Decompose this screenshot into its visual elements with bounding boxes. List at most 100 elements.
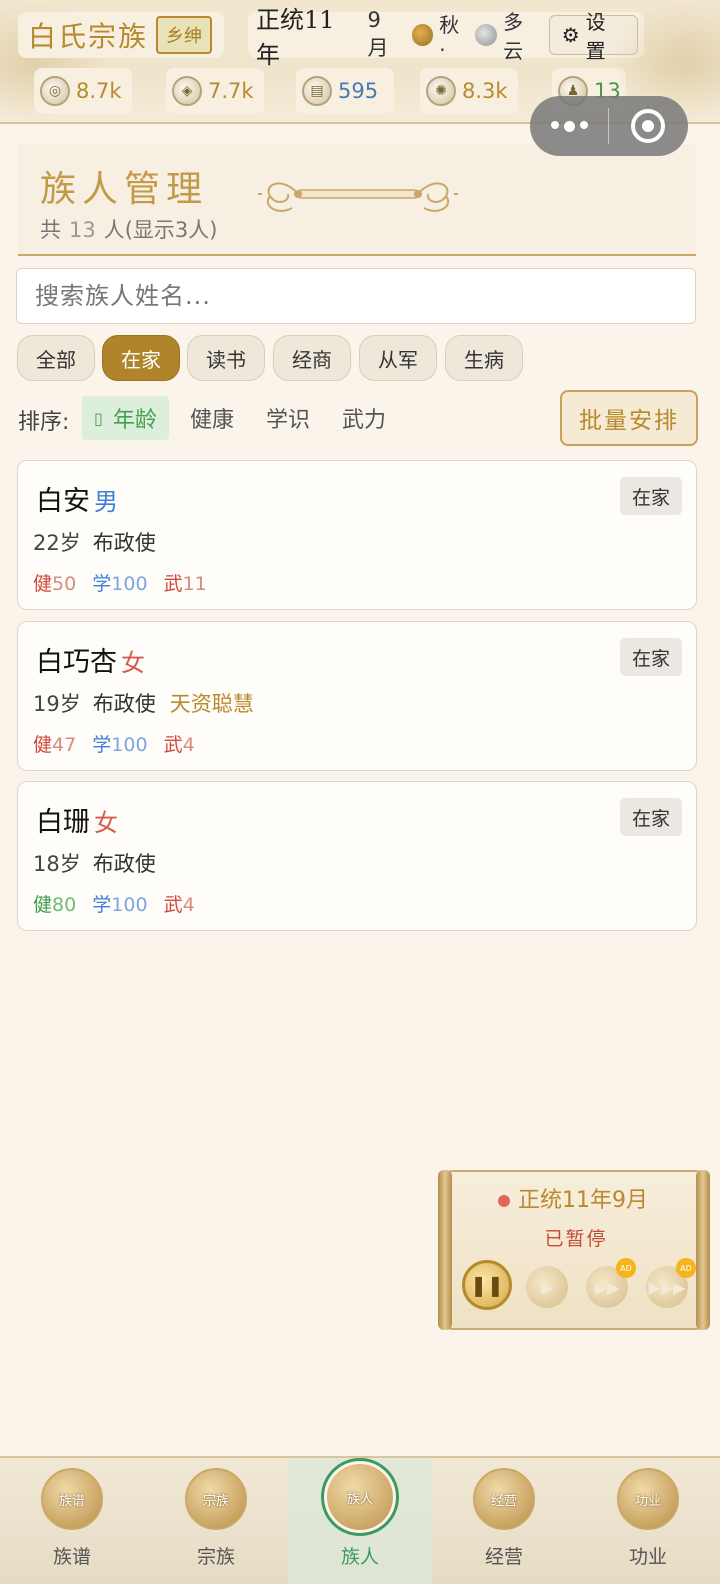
sort-knowledge[interactable]: 学识 xyxy=(254,396,322,440)
official-hat-icon: 功业 xyxy=(617,1468,679,1530)
health-value: 50 xyxy=(52,573,77,595)
health-value: 47 xyxy=(52,734,77,756)
martial-stat: 武4 xyxy=(164,734,195,756)
autumn-icon xyxy=(411,24,434,46)
sort-martial[interactable]: 武力 xyxy=(330,396,398,440)
grain-icon: ✺ xyxy=(426,76,456,106)
status-dot-icon xyxy=(498,1195,510,1207)
member-name: 白珊 xyxy=(36,807,90,838)
tab-all[interactable]: 全部 xyxy=(17,335,95,381)
ad-badge: AD xyxy=(616,1258,636,1278)
clan-info[interactable]: 白氏宗族 乡绅 xyxy=(18,12,224,58)
resource-money[interactable]: ◈ 7.7k xyxy=(166,68,264,114)
member-gender: 女 xyxy=(94,809,118,837)
nav-clan[interactable]: 宗族 宗族 xyxy=(144,1458,288,1584)
member-title: 布政使 xyxy=(92,531,156,555)
resource-cloth[interactable]: ▤ 595 xyxy=(296,68,394,114)
resource-grain[interactable]: ✺ 8.3k xyxy=(420,68,518,114)
resource-silver[interactable]: ◎ 8.7k xyxy=(34,68,132,114)
close-target-icon[interactable] xyxy=(609,109,687,143)
health-stat: 健50 xyxy=(33,573,76,595)
member-stats: 健80 学100 武4 xyxy=(33,890,205,917)
play-button[interactable]: ▶ xyxy=(526,1266,568,1308)
nav-label: 经营 xyxy=(484,1546,523,1568)
money-bag-icon: ◈ xyxy=(172,76,202,106)
member-card[interactable]: 白安男 在家 22岁 布政使 健50 学100 武11 xyxy=(17,460,697,610)
study-value: 100 xyxy=(111,894,148,916)
time-date: 正统11年9月 xyxy=(498,1182,648,1214)
count-number: 13 xyxy=(69,218,96,242)
study-stat: 学100 xyxy=(92,573,147,595)
checkbox-icon: ▯ xyxy=(94,408,103,428)
fast-forward-button[interactable]: ▶▶ AD xyxy=(586,1258,636,1308)
gear-icon: ⚙ xyxy=(561,23,580,47)
bottom-nav: 族谱 族谱 宗族 宗族 族人 族人 经营 经营 功业 功业 xyxy=(0,1456,720,1584)
fast-forward-icon: ▶▶ xyxy=(594,1277,620,1297)
clan-hall-icon: 宗族 xyxy=(185,1468,247,1530)
nav-label: 族谱 xyxy=(52,1546,91,1568)
member-info: 22岁 布政使 xyxy=(33,527,156,557)
search-input[interactable] xyxy=(35,282,677,310)
health-stat: 健80 xyxy=(33,894,76,916)
member-card[interactable]: 白珊女 在家 18岁 布政使 健80 学100 武4 xyxy=(17,781,697,931)
clan-name: 白氏宗族 xyxy=(28,20,149,53)
sort-age[interactable]: ▯ 年龄 xyxy=(82,396,169,440)
nav-genealogy[interactable]: 族谱 族谱 xyxy=(0,1458,144,1584)
cloth-icon: ▤ xyxy=(302,76,332,106)
genealogy-book-icon: 族谱 xyxy=(41,1468,103,1530)
member-name-row: 白珊女 xyxy=(36,800,118,839)
settings-label: 设置 xyxy=(585,10,606,63)
martial-label: 武 xyxy=(163,573,183,595)
silver-icon: ◎ xyxy=(40,76,70,106)
sort-row: 排序: ▯ 年龄 健康 学识 武力 批量安排 xyxy=(18,390,698,446)
batch-arrange-button[interactable]: 批量安排 xyxy=(560,390,698,446)
month: 9月 xyxy=(367,8,389,60)
member-gender: 男 xyxy=(94,488,118,516)
study-label: 学 xyxy=(92,734,112,756)
health-value: 80 xyxy=(52,894,77,916)
sort-health[interactable]: 健康 xyxy=(178,396,246,440)
nav-achievements[interactable]: 功业 功业 xyxy=(576,1458,720,1584)
nav-label: 族人 xyxy=(340,1546,379,1568)
study-label: 学 xyxy=(92,894,112,916)
tab-business[interactable]: 经商 xyxy=(273,335,351,381)
search-box[interactable] xyxy=(16,268,696,324)
member-card[interactable]: 白巧杏女 在家 19岁 布政使 天资聪慧 健47 学100 武4 xyxy=(17,621,697,771)
member-stats: 健47 学100 武4 xyxy=(33,730,205,757)
resource-value: 8.7k xyxy=(76,79,122,103)
fastest-forward-button[interactable]: ▶▶▶ AD xyxy=(646,1258,696,1308)
pause-button[interactable]: ❚❚ xyxy=(462,1260,512,1310)
study-label: 学 xyxy=(92,573,112,595)
nav-members[interactable]: 族人 族人 xyxy=(288,1458,432,1584)
more-menu-icon[interactable] xyxy=(530,120,608,132)
martial-value: 11 xyxy=(182,573,207,595)
status-badge: 在家 xyxy=(620,477,682,515)
member-age: 22岁 xyxy=(33,531,81,555)
era-year: 正统11年 xyxy=(256,6,335,69)
scroll-ornament-icon xyxy=(258,182,458,212)
member-age: 18岁 xyxy=(33,852,81,876)
tab-sick[interactable]: 生病 xyxy=(445,335,523,381)
member-title: 布政使 xyxy=(92,692,156,716)
member-name-row: 白安男 xyxy=(36,479,118,518)
rank-badge: 乡绅 xyxy=(156,16,213,54)
member-name: 白安 xyxy=(36,486,90,517)
tab-military[interactable]: 从军 xyxy=(359,335,437,381)
status-badge: 在家 xyxy=(620,638,682,676)
tab-studying[interactable]: 读书 xyxy=(187,335,265,381)
nav-business[interactable]: 经营 经营 xyxy=(432,1458,576,1584)
fastest-forward-icon: ▶▶▶ xyxy=(648,1277,686,1297)
tab-at-home[interactable]: 在家 xyxy=(102,335,180,381)
member-age: 19岁 xyxy=(33,692,81,716)
study-stat: 学100 xyxy=(92,734,147,756)
abacus-icon: 经营 xyxy=(473,1468,535,1530)
sort-label: 排序: xyxy=(18,410,70,435)
member-info: 18岁 布政使 xyxy=(33,848,156,878)
study-value: 100 xyxy=(111,734,148,756)
study-stat: 学100 xyxy=(92,894,147,916)
date-weather-bar: 正统11年 9月 秋· 多云 ⚙ 设置 xyxy=(248,6,644,69)
member-info: 19岁 布政使 天资聪慧 xyxy=(33,688,254,718)
settings-button[interactable]: ⚙ 设置 xyxy=(548,10,638,63)
martial-label: 武 xyxy=(163,734,183,756)
resource-value: 595 xyxy=(338,79,379,103)
